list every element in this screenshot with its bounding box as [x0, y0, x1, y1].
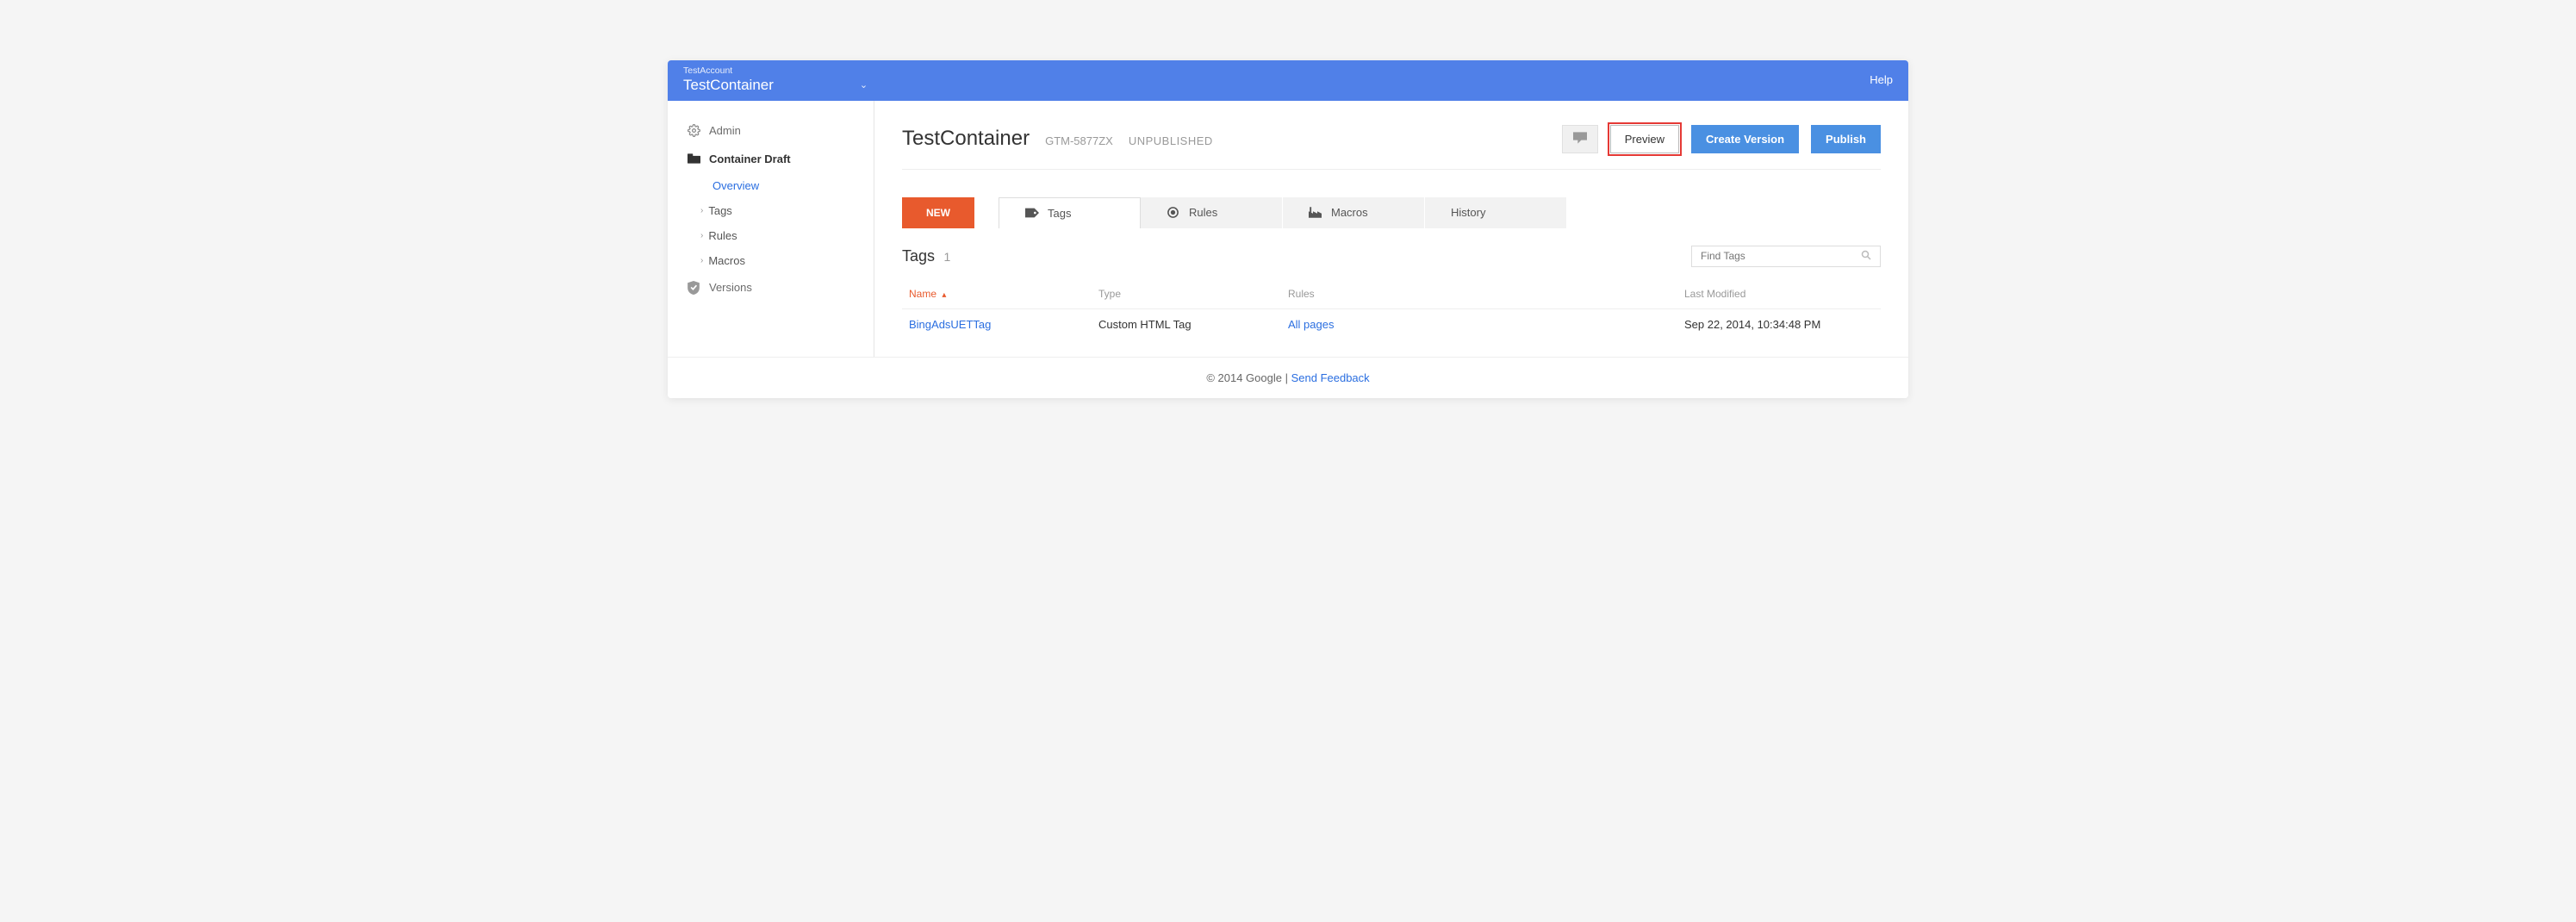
section-header: Tags 1	[902, 246, 1881, 267]
sidebar-admin[interactable]: Admin	[668, 116, 874, 145]
sidebar-versions-label: Versions	[709, 281, 752, 294]
action-bar: Preview Create Version Publish	[1562, 125, 1881, 153]
tabs-row: NEW Tags Rules Macro	[902, 197, 1881, 228]
page-title-wrap: TestContainer GTM-5877ZX UNPUBLISHED	[902, 127, 1213, 151]
sidebar-item-macros[interactable]: › Macros	[712, 248, 874, 273]
tab-history[interactable]: History	[1425, 197, 1567, 228]
footer: © 2014 Google | Send Feedback	[668, 357, 1908, 398]
chevron-down-icon: ⌄	[860, 79, 868, 90]
page-header: TestContainer GTM-5877ZX UNPUBLISHED Pre…	[902, 125, 1881, 170]
sidebar-item-label: Rules	[708, 229, 737, 242]
container-name: TestContainer	[683, 77, 774, 94]
preview-button[interactable]: Preview	[1610, 125, 1679, 153]
top-bar: TestAccount TestContainer ⌄ Help	[668, 60, 1908, 101]
main-content: TestContainer GTM-5877ZX UNPUBLISHED Pre…	[874, 101, 1908, 357]
cell-name[interactable]: BingAdsUETTag	[909, 318, 1098, 331]
section-count: 1	[943, 250, 950, 264]
top-bar-left: TestAccount TestContainer ⌄	[683, 65, 868, 94]
footer-copyright: © 2014 Google	[1206, 371, 1282, 384]
target-icon	[1167, 206, 1180, 219]
th-last-modified[interactable]: Last Modified	[1684, 288, 1874, 300]
send-feedback-link[interactable]: Send Feedback	[1291, 371, 1370, 384]
publish-status: UNPUBLISHED	[1129, 134, 1213, 147]
sidebar-item-label: Overview	[712, 179, 759, 192]
create-version-button[interactable]: Create Version	[1691, 125, 1799, 153]
page-title: TestContainer	[902, 127, 1030, 151]
footer-sep: |	[1282, 371, 1291, 384]
factory-icon	[1309, 207, 1322, 218]
tab-label: Tags	[1048, 207, 1071, 220]
app-window: TestAccount TestContainer ⌄ Help Admin C…	[668, 60, 1908, 398]
sidebar-sublist: Overview › Tags › Rules › Macros	[712, 173, 874, 273]
chevron-right-icon: ›	[700, 231, 703, 240]
publish-button[interactable]: Publish	[1811, 125, 1881, 153]
container-id: GTM-5877ZX	[1045, 134, 1113, 147]
tab-label: Rules	[1189, 206, 1217, 219]
cell-last-modified: Sep 22, 2014, 10:34:48 PM	[1684, 318, 1874, 331]
sidebar-item-tags[interactable]: › Tags	[712, 198, 874, 223]
chevron-right-icon: ›	[700, 206, 703, 215]
cell-type: Custom HTML Tag	[1098, 318, 1288, 331]
new-button[interactable]: NEW	[902, 197, 974, 228]
th-type[interactable]: Type	[1098, 288, 1288, 300]
search-box[interactable]	[1691, 246, 1881, 267]
account-name: TestAccount	[683, 65, 868, 77]
tab-label: Macros	[1331, 206, 1368, 219]
tab-rules[interactable]: Rules	[1141, 197, 1283, 228]
gear-icon	[687, 124, 700, 137]
th-name-label: Name	[909, 288, 936, 300]
body-wrap: Admin Container Draft Overview › Tags ›	[668, 101, 1908, 357]
sidebar-item-label: Macros	[708, 254, 745, 267]
tags-table: Name ▴ Type Rules Last Modified BingAdsU…	[902, 279, 1881, 340]
sidebar-admin-label: Admin	[709, 124, 741, 137]
sidebar: Admin Container Draft Overview › Tags ›	[668, 101, 874, 357]
folder-icon	[687, 153, 700, 164]
tab-macros[interactable]: Macros	[1283, 197, 1425, 228]
search-input[interactable]	[1701, 250, 1861, 262]
tab-tags[interactable]: Tags	[999, 197, 1141, 228]
table-row: BingAdsUETTag Custom HTML Tag All pages …	[902, 309, 1881, 340]
sidebar-container-draft[interactable]: Container Draft	[668, 145, 874, 173]
sidebar-draft-label: Container Draft	[709, 153, 791, 165]
sidebar-item-rules[interactable]: › Rules	[712, 223, 874, 248]
sidebar-item-label: Tags	[708, 204, 731, 217]
container-selector[interactable]: TestContainer ⌄	[683, 77, 868, 94]
comment-icon	[1573, 132, 1587, 146]
chevron-right-icon: ›	[700, 256, 703, 265]
help-link[interactable]: Help	[1870, 73, 1893, 86]
sidebar-item-overview[interactable]: Overview	[712, 173, 874, 198]
search-icon	[1861, 250, 1871, 263]
section-title-wrap: Tags 1	[902, 247, 950, 265]
comment-button[interactable]	[1562, 125, 1598, 153]
tag-icon	[1025, 208, 1039, 218]
tab-label: History	[1451, 206, 1485, 219]
table-header: Name ▴ Type Rules Last Modified	[902, 279, 1881, 309]
section-title: Tags	[902, 247, 935, 265]
sidebar-versions[interactable]: Versions	[668, 273, 874, 302]
shield-icon	[687, 281, 700, 295]
cell-rules[interactable]: All pages	[1288, 318, 1684, 331]
sort-asc-icon: ▴	[942, 290, 946, 300]
th-rules[interactable]: Rules	[1288, 288, 1684, 300]
th-name[interactable]: Name ▴	[909, 288, 1098, 300]
